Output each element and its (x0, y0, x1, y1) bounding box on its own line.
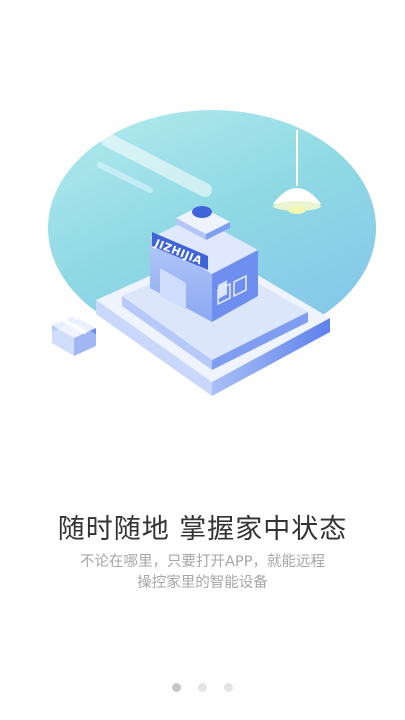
page-indicator (0, 683, 405, 692)
headline: 随时随地 掌握家中状态 (57, 514, 348, 545)
onboarding-screen[interactable]: JIZHIJIA 随时随地 掌握家中状态 不论在哪里，只要打开APP，就能远程 … (0, 0, 405, 720)
page-dot-2[interactable] (198, 683, 207, 692)
description: 不论在哪里，只要打开APP，就能远程 操控家里的智能设备 (0, 552, 405, 594)
page-dot-3[interactable] (224, 683, 233, 692)
smart-home-illustration: JIZHIJIA (34, 110, 376, 396)
description-line-1: 不论在哪里，只要打开APP，就能远程 (80, 554, 325, 570)
page-dot-1[interactable] (172, 683, 181, 692)
roof-device-icon (192, 206, 212, 218)
description-line-2: 操控家里的智能设备 (137, 575, 268, 591)
